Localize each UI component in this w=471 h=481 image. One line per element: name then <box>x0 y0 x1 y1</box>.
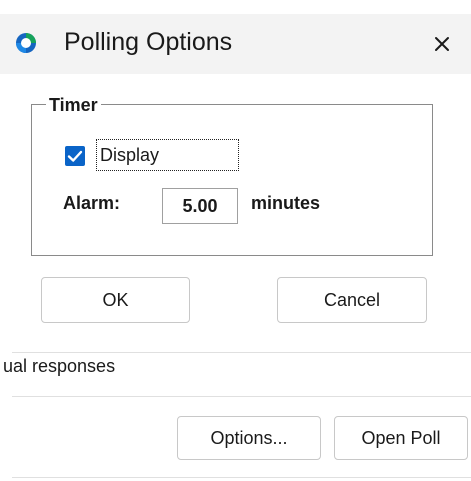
divider <box>12 477 471 478</box>
polling-options-dialog: Polling Options Timer Display Alarm: 5.0… <box>0 0 471 344</box>
alarm-minutes-input[interactable]: 5.00 <box>162 188 238 224</box>
open-poll-button[interactable]: Open Poll <box>334 416 468 460</box>
dialog-title: Polling Options <box>64 28 233 56</box>
checkmark-icon <box>67 150 83 162</box>
display-checkbox-label[interactable]: Display <box>96 139 239 171</box>
timer-group-legend: Timer <box>46 94 101 116</box>
app-logo-icon <box>14 31 38 55</box>
options-button[interactable]: Options... <box>177 416 321 460</box>
dialog-titlebar: Polling Options <box>0 14 471 74</box>
divider <box>12 352 471 353</box>
responses-label: ual responses <box>3 356 116 376</box>
cancel-button[interactable]: Cancel <box>277 277 427 323</box>
divider <box>12 396 471 397</box>
close-icon <box>435 37 449 51</box>
ok-button[interactable]: OK <box>41 277 190 323</box>
alarm-unit-label: minutes <box>251 193 321 213</box>
alarm-label: Alarm: <box>63 193 121 213</box>
timer-group <box>31 104 433 256</box>
close-button[interactable] <box>424 26 460 62</box>
display-checkbox[interactable] <box>65 146 85 166</box>
